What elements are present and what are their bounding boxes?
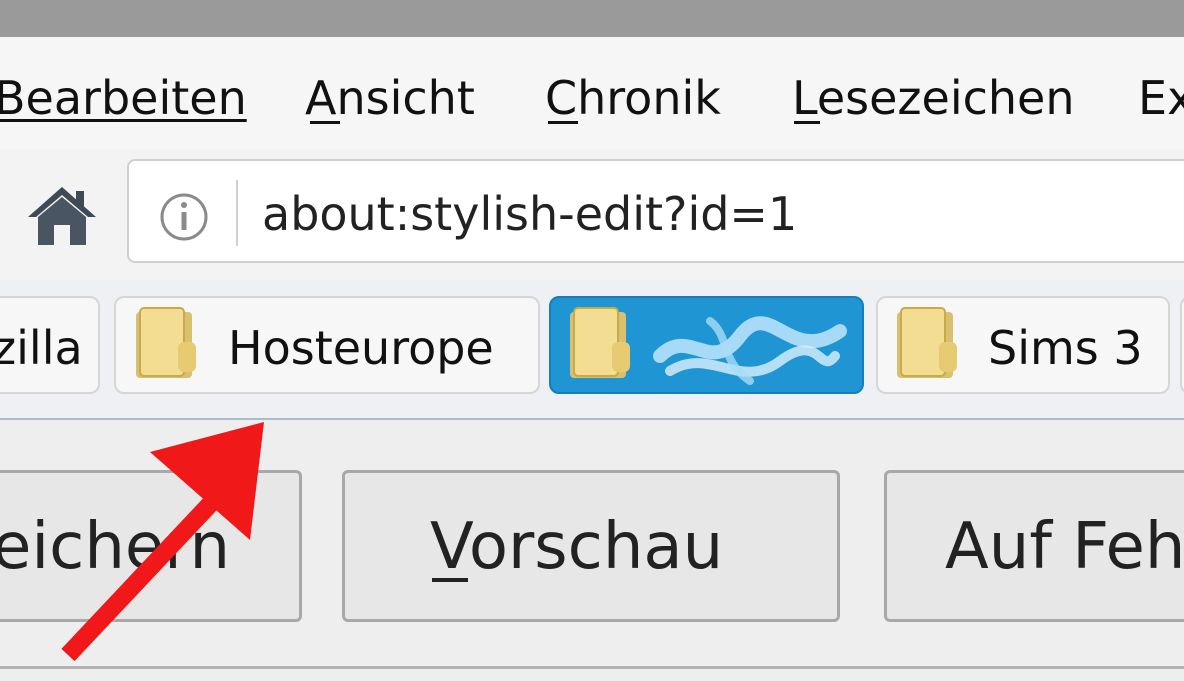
menu-chronik[interactable]: Chronik <box>545 72 721 124</box>
menu-extras[interactable]: Ex <box>1138 72 1184 124</box>
annotation-arrow-icon <box>40 410 300 670</box>
menu-label: Chronik <box>545 71 721 125</box>
menu-lesezeichen[interactable]: Lesezeichen <box>792 72 1075 124</box>
menu-label: Ex <box>1138 71 1184 125</box>
url-text[interactable]: about:stylish-edit?id=1 <box>262 186 797 242</box>
bookmark-label: Sims 3 <box>988 321 1143 375</box>
accesskey-underline <box>794 121 820 124</box>
menu-label: Bearbeiten <box>0 71 247 125</box>
bookmark-folder-next[interactable] <box>1180 296 1184 394</box>
accesskey-underline <box>310 121 340 124</box>
menu-label: Lesezeichen <box>792 71 1075 125</box>
home-icon[interactable] <box>24 183 100 247</box>
folder-icon <box>134 306 200 380</box>
menu-bearbeiten[interactable]: Bearbeiten <box>0 72 247 124</box>
preview-button-label: Vorschau <box>430 510 724 584</box>
bookmark-label: Hosteurope <box>228 321 494 375</box>
info-icon[interactable] <box>152 190 216 254</box>
redacted-scribble-icon <box>650 306 850 396</box>
accesskey-underline <box>432 578 468 582</box>
folder-icon <box>568 306 634 380</box>
bookmark-label: zilla <box>0 321 83 375</box>
accesskey-underline <box>548 121 578 124</box>
url-separator <box>236 180 238 246</box>
folder-icon <box>895 306 961 380</box>
menu-ansicht[interactable]: Ansicht <box>305 72 475 124</box>
menu-label: Ansicht <box>305 71 475 125</box>
check-errors-button-label: Auf Feh <box>945 510 1184 584</box>
window-titlebar <box>0 0 1184 37</box>
